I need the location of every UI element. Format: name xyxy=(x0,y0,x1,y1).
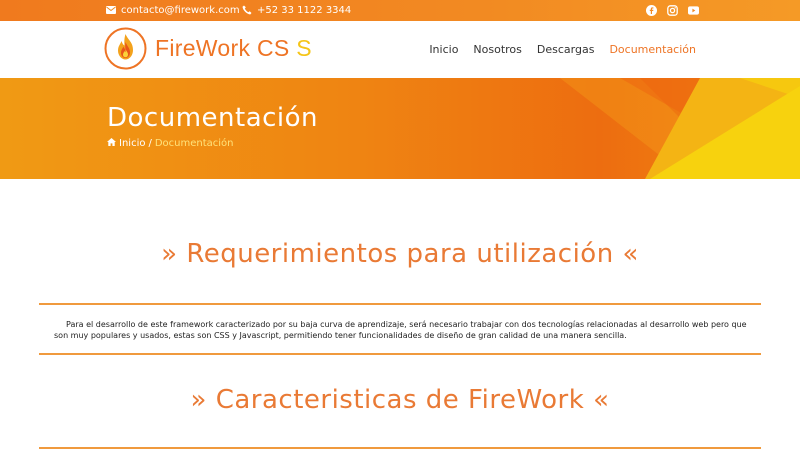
top-contact-bar: contacto@firework.com +52 33 1122 3344 xyxy=(0,0,800,21)
page-title: Documentación xyxy=(107,103,319,133)
requirements-heading: » Requerimientos para utilización « xyxy=(161,239,639,269)
nav-link-nosotros[interactable]: Nosotros xyxy=(473,43,521,56)
phone-icon xyxy=(242,5,252,15)
nav-link-descargas[interactable]: Descargas xyxy=(537,43,595,56)
instagram-icon[interactable] xyxy=(667,4,678,16)
brand-accent-text: S xyxy=(296,35,312,61)
breadcrumb-separator: / xyxy=(148,138,152,149)
divider-line xyxy=(39,353,761,355)
site-header: FireWork CS S Inicio Nosotros Descargas … xyxy=(0,21,800,78)
divider-line xyxy=(39,447,761,449)
page-banner: Documentación Inicio / Documentación xyxy=(0,78,800,179)
nav-link-documentacion[interactable]: Documentación xyxy=(609,43,696,56)
requirements-paragraph: Para el desarrollo de este framework car… xyxy=(54,320,747,340)
home-icon xyxy=(107,138,116,149)
envelope-icon xyxy=(106,6,116,14)
brand-main-text: FireWork CS xyxy=(155,35,290,61)
facebook-icon[interactable] xyxy=(646,4,657,16)
contact-email[interactable]: contacto@firework.com xyxy=(106,3,240,17)
brand-name[interactable]: FireWork CS S xyxy=(155,35,312,62)
social-links xyxy=(646,2,699,18)
breadcrumb-home-link[interactable]: Inicio xyxy=(119,138,145,149)
phone-text: +52 33 1122 3344 xyxy=(257,4,352,16)
nav-link-inicio[interactable]: Inicio xyxy=(429,43,458,56)
email-text: contacto@firework.com xyxy=(121,4,240,16)
youtube-icon[interactable] xyxy=(688,5,699,16)
breadcrumb: Inicio / Documentación xyxy=(107,138,234,149)
features-heading: » Caracteristicas de FireWork « xyxy=(190,385,610,415)
contact-phone[interactable]: +52 33 1122 3344 xyxy=(242,3,351,17)
firework-logo[interactable] xyxy=(104,27,147,70)
divider-line xyxy=(39,303,761,305)
breadcrumb-current: Documentación xyxy=(154,138,234,149)
main-navigation: Inicio Nosotros Descargas Documentación xyxy=(429,43,696,56)
